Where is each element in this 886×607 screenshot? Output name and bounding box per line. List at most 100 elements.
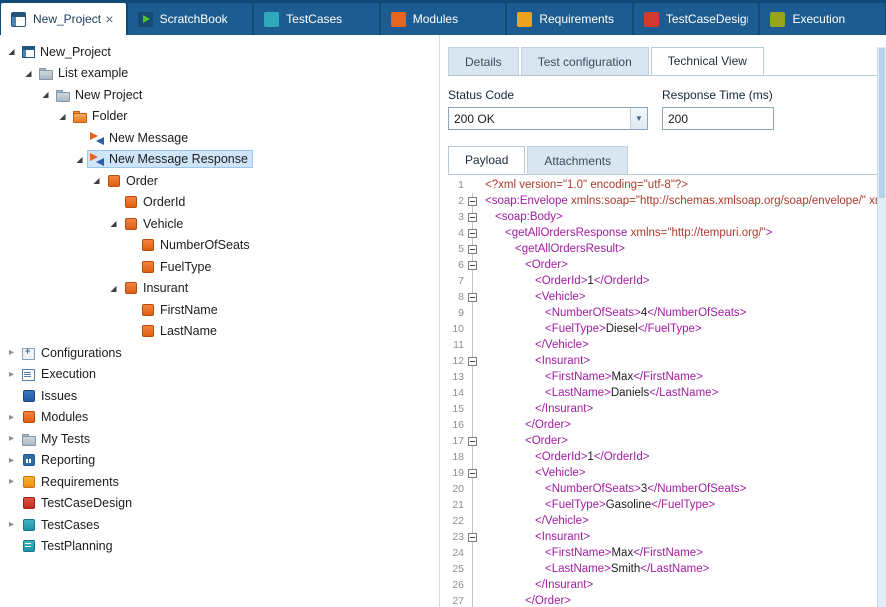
- expander-expanded-icon[interactable]: ◢: [38, 90, 53, 99]
- fold-toggle[interactable]: [466, 209, 479, 225]
- tree-item-body[interactable]: OrderId: [121, 193, 190, 211]
- expander-expanded-icon[interactable]: ◢: [89, 176, 104, 185]
- close-icon[interactable]: ×: [103, 12, 115, 26]
- tree-item-body[interactable]: TestCaseDesign: [19, 494, 137, 512]
- tree-item-body[interactable]: Reporting: [19, 451, 100, 469]
- tree-item-body[interactable]: New Project: [53, 86, 147, 104]
- window-tab-new-project[interactable]: New_Project×: [1, 3, 126, 35]
- tree-item-body[interactable]: FirstName: [138, 301, 223, 319]
- tree-item-body[interactable]: NumberOfSeats: [138, 236, 255, 254]
- tree-item-body[interactable]: Insurant: [121, 279, 193, 297]
- tree-item-reporting[interactable]: ▸Reporting: [0, 450, 439, 472]
- collapse-icon[interactable]: [468, 437, 477, 446]
- fold-toggle[interactable]: [466, 353, 479, 369]
- expander-expanded-icon[interactable]: ◢: [55, 112, 70, 121]
- tree-item-configurations[interactable]: ▸Configurations: [0, 342, 439, 364]
- fold-toggle[interactable]: [466, 433, 479, 449]
- fold-toggle[interactable]: [466, 241, 479, 257]
- fold-toggle[interactable]: [466, 289, 479, 305]
- tree-item-lastname[interactable]: LastName: [0, 321, 439, 343]
- expander-expanded-icon[interactable]: ◢: [106, 219, 121, 228]
- collapse-icon[interactable]: [468, 245, 477, 254]
- tree-item-body[interactable]: Modules: [19, 408, 93, 426]
- tree-item-testcasedesign[interactable]: TestCaseDesign: [0, 493, 439, 515]
- expander-collapsed-icon[interactable]: ▸: [4, 519, 19, 530]
- scrollbar-thumb[interactable]: [879, 48, 885, 198]
- fold-toggle[interactable]: [466, 225, 479, 241]
- tree-item-body[interactable]: New_Project: [19, 43, 116, 61]
- tree-item-orderid[interactable]: OrderId: [0, 192, 439, 214]
- tree-item-vehicle[interactable]: ◢Vehicle: [0, 213, 439, 235]
- collapse-icon[interactable]: [468, 213, 477, 222]
- tree-item-issues[interactable]: Issues: [0, 385, 439, 407]
- tree-item-testcases[interactable]: ▸TestCases: [0, 514, 439, 536]
- collapse-icon[interactable]: [468, 229, 477, 238]
- tree-item-requirements[interactable]: ▸Requirements: [0, 471, 439, 493]
- tree-item-folder[interactable]: ◢Folder: [0, 106, 439, 128]
- tree-item-order[interactable]: ◢Order: [0, 170, 439, 192]
- collapse-icon[interactable]: [468, 357, 477, 366]
- tree-item-new-project[interactable]: ◢New_Project: [0, 41, 439, 63]
- expander-expanded-icon[interactable]: ◢: [106, 284, 121, 293]
- tree-item-body[interactable]: TestCases: [19, 516, 104, 534]
- collapse-icon[interactable]: [468, 261, 477, 270]
- collapse-icon[interactable]: [468, 469, 477, 478]
- tree-item-body[interactable]: FuelType: [138, 258, 216, 276]
- fold-toggle[interactable]: [466, 257, 479, 273]
- tree-item-insurant[interactable]: ◢Insurant: [0, 278, 439, 300]
- tree-item-body[interactable]: New Message: [87, 129, 193, 147]
- expander-expanded-icon[interactable]: ◢: [72, 155, 87, 164]
- fold-toggle[interactable]: [466, 193, 479, 209]
- tree-item-firstname[interactable]: FirstName: [0, 299, 439, 321]
- tree-item-new-message-response[interactable]: ◢New Message Response: [0, 149, 439, 171]
- tree-item-numberofseats[interactable]: NumberOfSeats: [0, 235, 439, 257]
- vertical-scrollbar[interactable]: [877, 47, 886, 607]
- tree-item-modules[interactable]: ▸Modules: [0, 407, 439, 429]
- tree-item-body[interactable]: Configurations: [19, 344, 127, 362]
- collapse-icon[interactable]: [468, 197, 477, 206]
- response-time-input[interactable]: [662, 107, 774, 130]
- tree-item-execution[interactable]: ▸Execution: [0, 364, 439, 386]
- expander-expanded-icon[interactable]: ◢: [4, 47, 19, 56]
- tree-item-list-example[interactable]: ◢List example: [0, 63, 439, 85]
- tab-payload[interactable]: Payload: [448, 146, 525, 174]
- expander-collapsed-icon[interactable]: ▸: [4, 476, 19, 487]
- payload-xml-editor[interactable]: 1<?xml version="1.0" encoding="utf-8"?>2…: [448, 175, 877, 607]
- expander-collapsed-icon[interactable]: ▸: [4, 433, 19, 444]
- window-tab-testcasedesign[interactable]: TestCaseDesign: [634, 3, 759, 35]
- expander-collapsed-icon[interactable]: ▸: [4, 369, 19, 380]
- expander-collapsed-icon[interactable]: ▸: [4, 412, 19, 423]
- window-tab-requirements[interactable]: Requirements: [507, 3, 632, 35]
- tree-item-new-project[interactable]: ◢New Project: [0, 84, 439, 106]
- tree-item-testplanning[interactable]: TestPlanning: [0, 536, 439, 558]
- fold-toggle[interactable]: [466, 465, 479, 481]
- tab-attachments[interactable]: Attachments: [527, 146, 628, 174]
- tree-item-fueltype[interactable]: FuelType: [0, 256, 439, 278]
- status-code-select[interactable]: 200 OK ▼: [448, 107, 648, 130]
- tree-item-body[interactable]: Execution: [19, 365, 101, 383]
- tab-technical-view[interactable]: Technical View: [651, 47, 764, 75]
- chevron-down-icon[interactable]: ▼: [630, 108, 647, 129]
- tree-item-body[interactable]: New Message Response: [87, 150, 253, 168]
- expander-collapsed-icon[interactable]: ▸: [4, 347, 19, 358]
- tree-item-body[interactable]: My Tests: [19, 430, 95, 448]
- expander-collapsed-icon[interactable]: ▸: [4, 455, 19, 466]
- tab-details[interactable]: Details: [448, 47, 519, 75]
- tree-item-body[interactable]: Issues: [19, 387, 82, 405]
- expander-expanded-icon[interactable]: ◢: [21, 69, 36, 78]
- tree-item-body[interactable]: LastName: [138, 322, 222, 340]
- tree-item-my-tests[interactable]: ▸My Tests: [0, 428, 439, 450]
- collapse-icon[interactable]: [468, 533, 477, 542]
- tree-item-body[interactable]: Folder: [70, 107, 132, 125]
- window-tab-execution[interactable]: Execution: [760, 3, 885, 35]
- tree-item-body[interactable]: TestPlanning: [19, 537, 118, 555]
- tree-item-body[interactable]: Vehicle: [121, 215, 188, 233]
- window-tab-modules[interactable]: Modules: [381, 3, 506, 35]
- window-tab-testcases[interactable]: TestCases: [254, 3, 379, 35]
- window-tab-scratchbook[interactable]: ScratchBook: [128, 3, 253, 35]
- tree-item-new-message[interactable]: New Message: [0, 127, 439, 149]
- tree-item-body[interactable]: Requirements: [19, 473, 124, 491]
- collapse-icon[interactable]: [468, 293, 477, 302]
- tree-item-body[interactable]: Order: [104, 172, 163, 190]
- tab-test-configuration[interactable]: Test configuration: [521, 47, 649, 75]
